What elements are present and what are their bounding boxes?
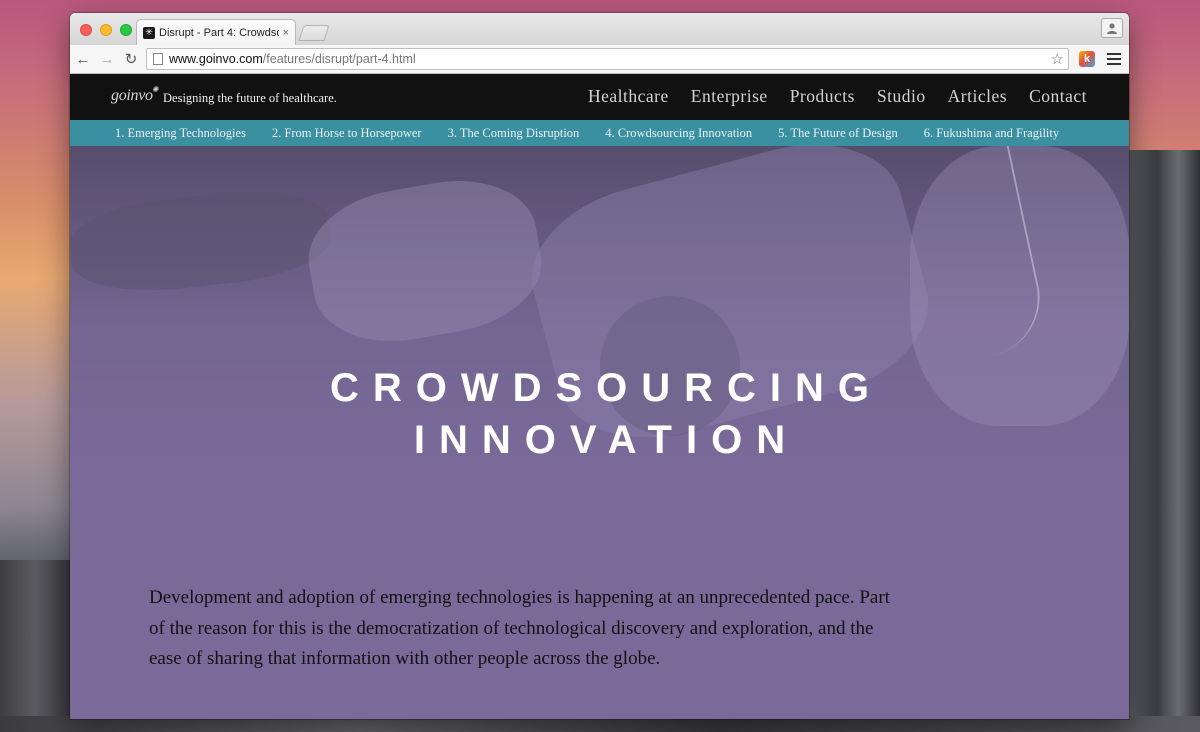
hero-section: CROWDSOURCING INNOVATION Development and… <box>70 146 1129 719</box>
nav-contact[interactable]: Contact <box>1029 86 1087 107</box>
forward-button[interactable]: → <box>96 48 118 70</box>
browser-toolbar: ← → ↻ www.goinvo.com/features/disrupt/pa… <box>70 45 1129 74</box>
tab-close-icon[interactable]: × <box>283 27 289 39</box>
minimize-window-button[interactable] <box>100 24 112 36</box>
logo-sun-icon: ✺ <box>151 85 159 94</box>
close-window-button[interactable] <box>80 24 92 36</box>
main-nav: Healthcare Enterprise Products Studio Ar… <box>588 86 1087 107</box>
new-tab-button[interactable] <box>298 25 330 41</box>
address-bar[interactable]: www.goinvo.com/features/disrupt/part-4.h… <box>146 48 1069 70</box>
section-link-emerging-technologies[interactable]: 1. Emerging Technologies <box>115 126 246 141</box>
page-icon <box>153 53 163 65</box>
hero-title-line-1: CROWDSOURCING <box>329 366 884 410</box>
section-link-horse-to-horsepower[interactable]: 2. From Horse to Horsepower <box>272 126 422 141</box>
back-button[interactable]: ← <box>72 48 94 70</box>
section-link-fukushima-fragility[interactable]: 6. Fukushima and Fragility <box>924 126 1059 141</box>
url-path: /features/disrupt/part-4.html <box>262 52 416 66</box>
back-arrow-icon: ← <box>75 50 91 68</box>
browser-tab[interactable]: ✳ Disrupt - Part 4: Crowdsou × <box>136 19 296 45</box>
extension-icon[interactable]: k <box>1079 51 1095 67</box>
favicon-icon: ✳ <box>143 26 155 39</box>
reload-icon: ↻ <box>124 51 138 68</box>
site-header: goinvo✺ Designing the future of healthca… <box>70 74 1129 120</box>
wallpaper-rock-right <box>1128 150 1200 732</box>
nav-articles[interactable]: Articles <box>948 86 1007 107</box>
section-link-crowdsourcing-innovation[interactable]: 4. Crowdsourcing Innovation <box>605 126 752 141</box>
section-link-coming-disruption[interactable]: 3. The Coming Disruption <box>448 126 580 141</box>
section-link-future-of-design[interactable]: 5. The Future of Design <box>778 126 898 141</box>
site-tagline: Designing the future of healthcare. <box>163 91 337 105</box>
forward-arrow-icon: → <box>99 50 115 68</box>
tab-title: Disrupt - Part 4: Crowdsou <box>159 26 279 39</box>
intro-paragraph: Development and adoption of emerging tec… <box>149 587 890 669</box>
wallpaper-rock-left <box>0 560 70 732</box>
nav-studio[interactable]: Studio <box>877 86 926 107</box>
url-host: www.goinvo.com <box>169 52 263 66</box>
section-nav: 1. Emerging Technologies 2. From Horse t… <box>70 120 1129 146</box>
reload-button[interactable]: ↻ <box>120 48 142 70</box>
hero-title: CROWDSOURCING INNOVATION <box>70 362 1129 466</box>
browser-menu-icon[interactable] <box>1107 51 1121 67</box>
nav-enterprise[interactable]: Enterprise <box>691 86 768 107</box>
browser-window: ✳ Disrupt - Part 4: Crowdsou × ← → ↻ www… <box>70 13 1129 719</box>
window-controls <box>80 24 132 36</box>
zoom-window-button[interactable] <box>120 24 132 36</box>
profile-button[interactable] <box>1101 18 1123 38</box>
logo-text: goinvo <box>111 87 153 104</box>
hero-title-line-2: INNOVATION <box>413 418 800 462</box>
nav-healthcare[interactable]: Healthcare <box>588 86 669 107</box>
nav-products[interactable]: Products <box>790 86 855 107</box>
person-icon <box>1107 23 1117 34</box>
tab-strip: ✳ Disrupt - Part 4: Crowdsou × <box>70 13 1129 45</box>
bookmark-star-icon[interactable]: ☆ <box>1051 50 1064 68</box>
goinvo-logo[interactable]: goinvo✺ <box>111 85 159 105</box>
